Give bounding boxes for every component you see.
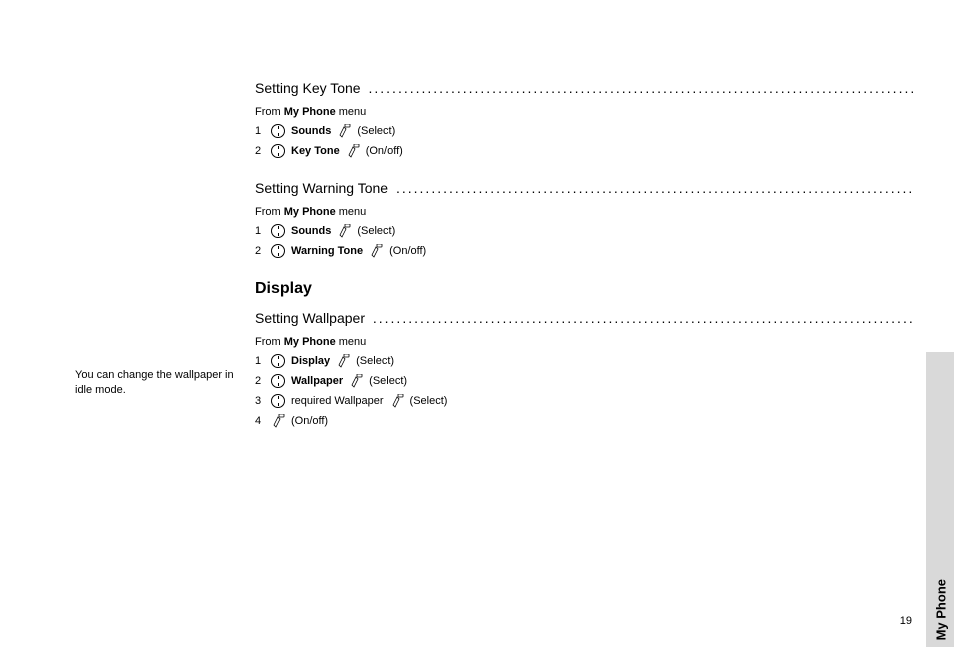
step-action: (On/off) <box>366 145 403 157</box>
page-content: Setting Key Tone From My Phone menu 1 So… <box>0 0 954 647</box>
step-number: 2 <box>255 375 265 387</box>
nav-icon <box>271 244 285 258</box>
intro-bold: My Phone <box>284 106 336 118</box>
step-row: 3 required Wallpaper (Select) <box>255 394 915 408</box>
intro-bold: My Phone <box>284 336 336 348</box>
step-action: (Select) <box>369 375 407 387</box>
intro-prefix: From <box>255 106 284 118</box>
select-icon <box>337 224 351 238</box>
select-icon <box>271 414 285 428</box>
step-number: 1 <box>255 355 265 367</box>
nav-icon <box>271 394 285 408</box>
title-text: Setting Key Tone <box>255 80 365 96</box>
intro-suffix: menu <box>336 206 367 218</box>
step-number: 2 <box>255 145 265 157</box>
intro-line: From My Phone menu <box>255 336 915 348</box>
nav-icon <box>271 374 285 388</box>
section-title: Setting Key Tone <box>255 80 915 96</box>
intro-suffix: menu <box>336 336 367 348</box>
section-key-tone: Setting Key Tone From My Phone menu 1 So… <box>255 80 915 158</box>
step-row: 2 Warning Tone (On/off) <box>255 244 915 258</box>
heading-display: Display <box>255 280 915 298</box>
intro-prefix: From <box>255 206 284 218</box>
intro-prefix: From <box>255 336 284 348</box>
step-row: 1 Display (Select) <box>255 354 915 368</box>
section-title: Setting Warning Tone <box>255 180 915 196</box>
select-icon <box>349 374 363 388</box>
step-row: 1 Sounds (Select) <box>255 224 915 238</box>
step-action: (On/off) <box>389 245 426 257</box>
step-label: required Wallpaper <box>291 395 384 407</box>
nav-icon <box>271 124 285 138</box>
step-action: (Select) <box>410 395 448 407</box>
step-row: 2 Key Tone (On/off) <box>255 144 915 158</box>
intro-bold: My Phone <box>284 206 336 218</box>
step-number: 4 <box>255 415 265 427</box>
step-action: (Select) <box>357 125 395 137</box>
nav-icon <box>271 354 285 368</box>
nav-icon <box>271 224 285 238</box>
step-row: 1 Sounds (Select) <box>255 124 915 138</box>
step-label: Display <box>291 355 330 367</box>
title-text: Setting Warning Tone <box>255 180 392 196</box>
step-label: Sounds <box>291 225 331 237</box>
step-action: (Select) <box>357 225 395 237</box>
step-label: Key Tone <box>291 145 340 157</box>
step-label: Sounds <box>291 125 331 137</box>
step-number: 1 <box>255 225 265 237</box>
sidenote-wallpaper: You can change the wallpaper in idle mod… <box>75 368 235 398</box>
select-icon <box>390 394 404 408</box>
intro-line: From My Phone menu <box>255 206 915 218</box>
step-row: 4 (On/off) <box>255 414 915 428</box>
step-number: 1 <box>255 125 265 137</box>
step-row: 2 Wallpaper (Select) <box>255 374 915 388</box>
select-icon <box>369 244 383 258</box>
select-icon <box>337 124 351 138</box>
intro-suffix: menu <box>336 106 367 118</box>
section-warning-tone: Setting Warning Tone From My Phone menu … <box>255 180 915 258</box>
select-icon <box>336 354 350 368</box>
step-number: 3 <box>255 395 265 407</box>
step-number: 2 <box>255 245 265 257</box>
step-label: Warning Tone <box>291 245 363 257</box>
step-action: (On/off) <box>291 415 328 427</box>
section-wallpaper: Setting Wallpaper From My Phone menu 1 D… <box>255 310 915 428</box>
step-action: (Select) <box>356 355 394 367</box>
nav-icon <box>271 144 285 158</box>
section-title: Setting Wallpaper <box>255 310 915 326</box>
intro-line: From My Phone menu <box>255 106 915 118</box>
step-label: Wallpaper <box>291 375 343 387</box>
title-text: Setting Wallpaper <box>255 310 369 326</box>
select-icon <box>346 144 360 158</box>
